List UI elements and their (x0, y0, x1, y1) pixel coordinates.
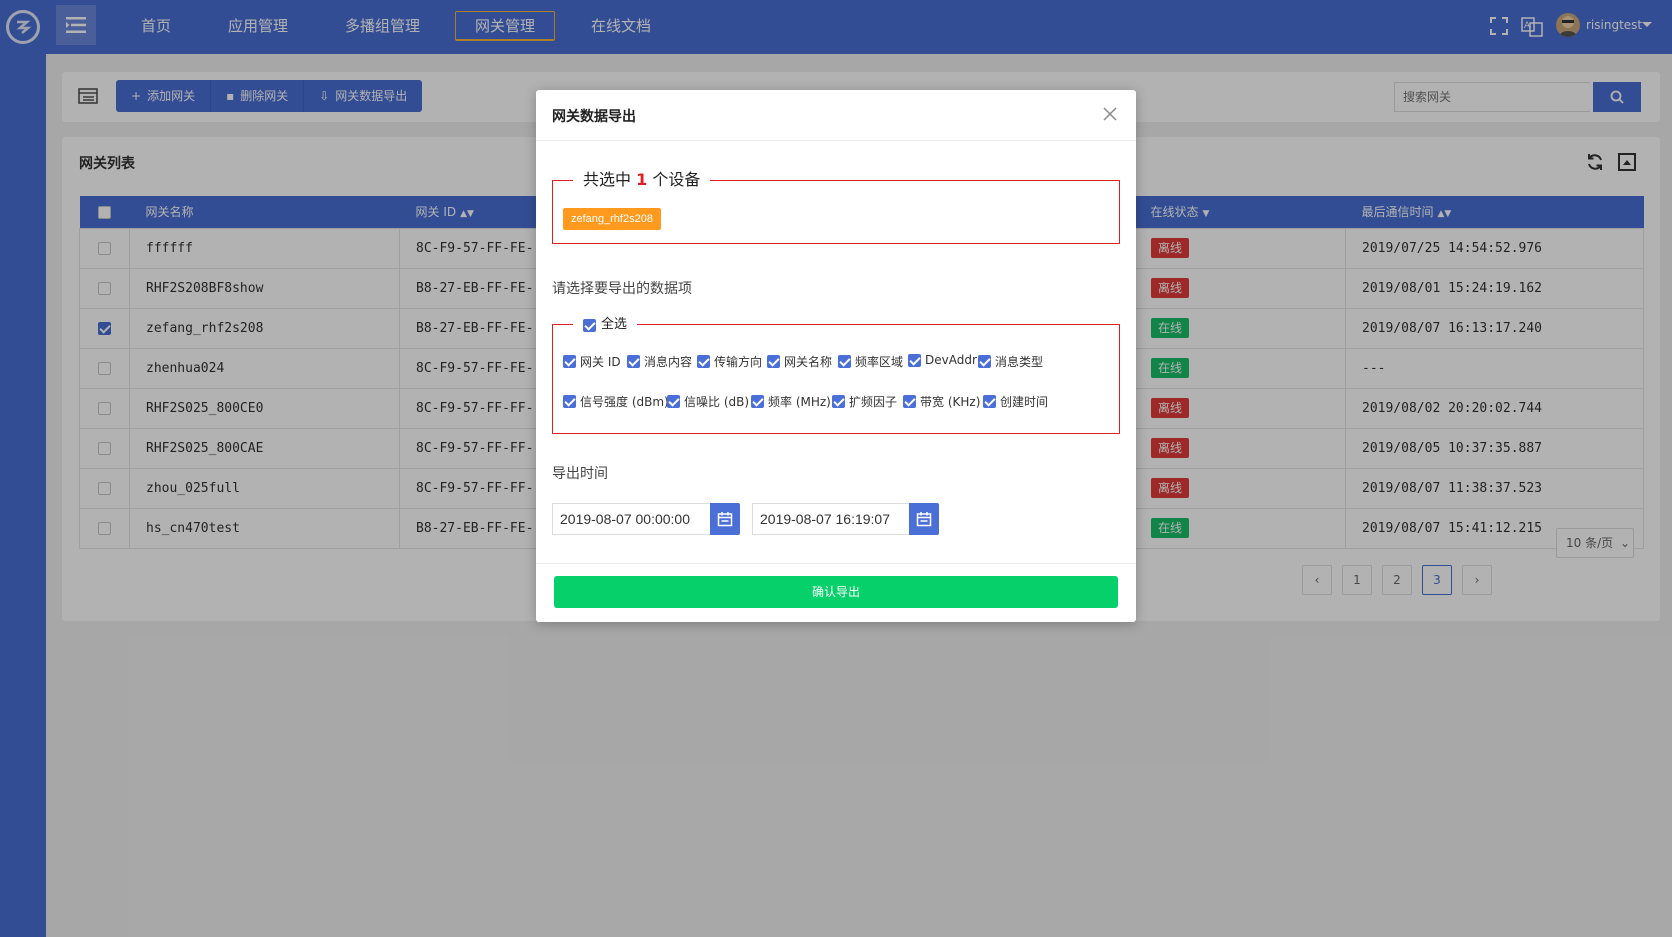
select-all-label: 全选 (601, 317, 628, 332)
export-field-option[interactable]: 网关 ID (563, 353, 621, 370)
confirm-export-button[interactable]: 确认导出 (554, 576, 1118, 608)
option-checkbox[interactable] (751, 395, 764, 408)
option-label: 消息内容 (644, 355, 693, 369)
modal-title: 网关数据导出 (552, 109, 636, 125)
option-label: 网关 ID (580, 355, 621, 369)
option-checkbox[interactable] (667, 395, 680, 408)
option-checkbox[interactable] (978, 355, 991, 368)
option-checkbox[interactable] (627, 355, 640, 368)
selected-devices-legend: 共选中 1 个设备 (573, 170, 711, 190)
option-label: 频率区域 (855, 355, 904, 369)
close-icon[interactable] (1102, 106, 1118, 122)
modal-header: 网关数据导出 (536, 90, 1136, 141)
end-calendar-button[interactable] (909, 503, 939, 535)
option-label: 信噪比 (dB) (684, 395, 750, 409)
data-items-fieldset: 全选 网关 ID 消息内容 传输方向 网关名称 频率区域 DevAddr 消息类型信号强度 … (552, 315, 1120, 434)
select-all-checkbox[interactable] (583, 318, 596, 332)
option-label: 网关名称 (784, 355, 833, 369)
export-field-option[interactable]: 带宽 (KHz) (903, 393, 980, 410)
option-label: 频率 (MHz) (768, 395, 831, 409)
export-field-option[interactable]: 网关名称 (767, 353, 832, 370)
option-label: DevAddr (925, 353, 977, 367)
option-checkbox[interactable] (563, 395, 576, 408)
option-checkbox[interactable] (767, 355, 780, 368)
export-field-option[interactable]: 消息内容 (627, 353, 692, 370)
modal-footer: 确认导出 (536, 563, 1136, 622)
calendar-icon (916, 512, 932, 527)
export-field-option[interactable]: 频率 (MHz) (751, 393, 831, 410)
option-checkbox[interactable] (832, 395, 845, 408)
option-label: 扩频因子 (849, 395, 898, 409)
export-field-option[interactable]: DevAddr (908, 353, 977, 367)
export-field-option[interactable]: 信号强度 (dBm) (563, 393, 669, 410)
calendar-icon (717, 512, 733, 527)
end-time-input[interactable]: 2019-08-07 16:19:07 (752, 503, 910, 535)
export-field-option[interactable]: 消息类型 (978, 353, 1043, 370)
export-field-option[interactable]: 创建时间 (983, 393, 1048, 410)
time-label: 导出时间 (552, 466, 608, 482)
export-field-option[interactable]: 信噪比 (dB) (667, 393, 749, 410)
fields-label: 请选择要导出的数据项 (552, 281, 692, 297)
option-checkbox[interactable] (908, 353, 921, 367)
option-label: 创建时间 (1000, 395, 1049, 409)
selected-prefix: 共选中 (583, 170, 632, 189)
export-field-option[interactable]: 扩频因子 (832, 393, 897, 410)
option-label: 传输方向 (714, 355, 763, 369)
export-field-option[interactable]: 传输方向 (697, 353, 762, 370)
select-all-legend[interactable]: 全选 (573, 315, 638, 335)
option-checkbox[interactable] (697, 355, 710, 368)
selected-count: 1 (636, 170, 648, 189)
option-label: 带宽 (KHz) (920, 395, 981, 409)
option-checkbox[interactable] (983, 395, 996, 408)
option-label: 消息类型 (995, 355, 1044, 369)
selected-suffix: 个设备 (652, 170, 701, 189)
start-calendar-button[interactable] (710, 503, 740, 535)
option-checkbox[interactable] (903, 395, 916, 408)
start-time-input[interactable]: 2019-08-07 00:00:00 (552, 503, 710, 535)
option-checkbox[interactable] (563, 355, 576, 368)
option-checkbox[interactable] (838, 355, 851, 368)
export-modal: 网关数据导出 共选中 1 个设备 zefang_rhf2s208 请选择要导出的… (536, 90, 1136, 622)
selected-device-tag[interactable]: zefang_rhf2s208 (563, 208, 661, 230)
selected-devices-fieldset: 共选中 1 个设备 zefang_rhf2s208 (552, 170, 1120, 244)
export-field-option[interactable]: 频率区域 (838, 353, 903, 370)
option-label: 信号强度 (dBm) (580, 395, 669, 409)
